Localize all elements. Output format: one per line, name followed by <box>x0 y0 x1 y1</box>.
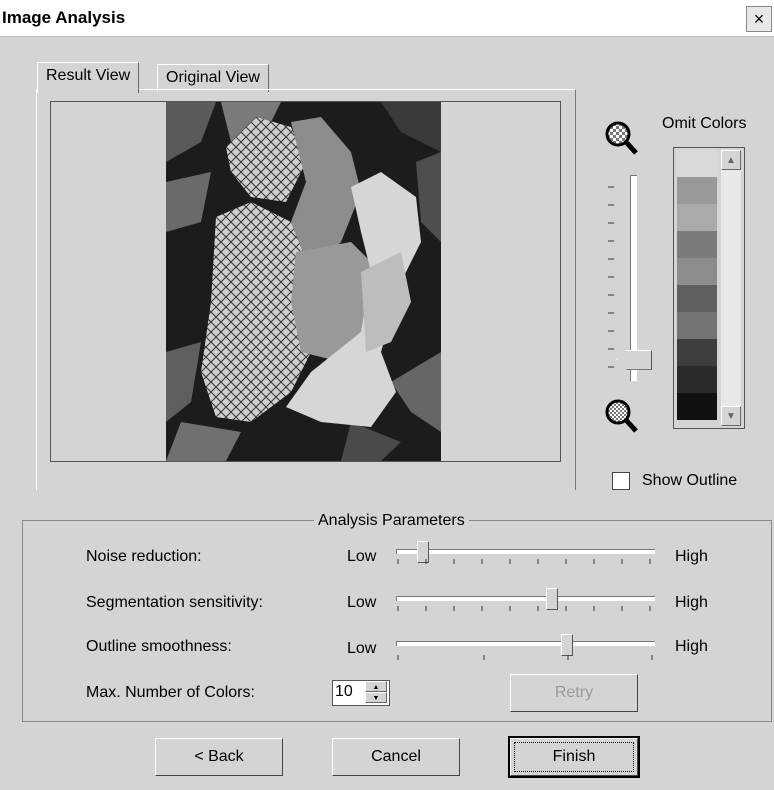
show-outline-checkbox[interactable] <box>612 472 630 490</box>
zoom-in-icon[interactable] <box>604 120 638 156</box>
segmentation-sensitivity-label: Segmentation sensitivity: <box>86 594 263 611</box>
tab-result-view[interactable]: Result View <box>37 62 140 93</box>
spin-down-arrow-icon[interactable]: ▼ <box>365 692 387 703</box>
color-swatch[interactable] <box>677 393 717 420</box>
segmentation-high-label: High <box>675 594 708 611</box>
title-bar: Image Analysis × <box>0 0 774 37</box>
show-outline-label: Show Outline <box>642 472 738 489</box>
zoom-slider-ticks <box>608 186 614 368</box>
color-swatch[interactable] <box>677 258 717 285</box>
zoom-out-icon[interactable] <box>604 398 638 434</box>
spin-up-arrow-icon[interactable]: ▲ <box>365 681 387 692</box>
noise-high-label: High <box>675 548 708 565</box>
cancel-button[interactable]: Cancel <box>332 738 460 776</box>
segmentation-low-label: Low <box>347 594 377 611</box>
color-swatch[interactable] <box>677 204 717 231</box>
segmented-flower-image <box>166 102 441 461</box>
analysis-parameters-title: Analysis Parameters <box>314 512 469 530</box>
color-swatch[interactable] <box>677 177 717 204</box>
outline-low-label: Low <box>347 640 377 657</box>
omit-colors-list[interactable]: ▲ ▼ <box>673 147 745 429</box>
noise-reduction-slider[interactable] <box>396 549 655 554</box>
window-title: Image Analysis <box>2 8 126 27</box>
tab-original-view[interactable]: Original View <box>157 64 269 92</box>
scroll-up-arrow-icon[interactable]: ▲ <box>721 150 741 170</box>
color-swatch[interactable] <box>677 339 717 366</box>
zoom-slider-thumb[interactable] <box>616 349 652 370</box>
noise-low-label: Low <box>347 548 377 565</box>
colors-scrollbar[interactable]: ▲ ▼ <box>721 150 741 426</box>
focus-rectangle <box>514 742 634 772</box>
noise-reduction-label: Noise reduction: <box>86 548 202 565</box>
omit-colors-label: Omit Colors <box>662 115 747 132</box>
color-swatch[interactable] <box>677 312 717 339</box>
close-button[interactable]: × <box>746 6 772 32</box>
color-swatch[interactable] <box>677 366 717 393</box>
outline-high-label: High <box>675 638 708 655</box>
result-preview <box>50 101 561 462</box>
max-colors-label: Max. Number of Colors: <box>86 684 255 701</box>
color-swatch[interactable] <box>677 150 717 177</box>
back-button[interactable]: < Back <box>155 738 283 776</box>
color-swatch[interactable] <box>677 285 717 312</box>
scroll-down-arrow-icon[interactable]: ▼ <box>721 406 741 426</box>
outline-smoothness-label: Outline smoothness: <box>86 638 232 655</box>
max-colors-spinner[interactable]: 10 ▲ ▼ <box>332 680 390 706</box>
max-colors-value[interactable]: 10 <box>335 683 353 701</box>
retry-button[interactable]: Retry <box>510 674 638 712</box>
image-analysis-dialog: Image Analysis × Result View Original Vi… <box>0 0 774 790</box>
finish-button[interactable]: Finish <box>508 736 640 778</box>
color-swatch[interactable] <box>677 231 717 258</box>
slider-ticks <box>397 559 653 660</box>
